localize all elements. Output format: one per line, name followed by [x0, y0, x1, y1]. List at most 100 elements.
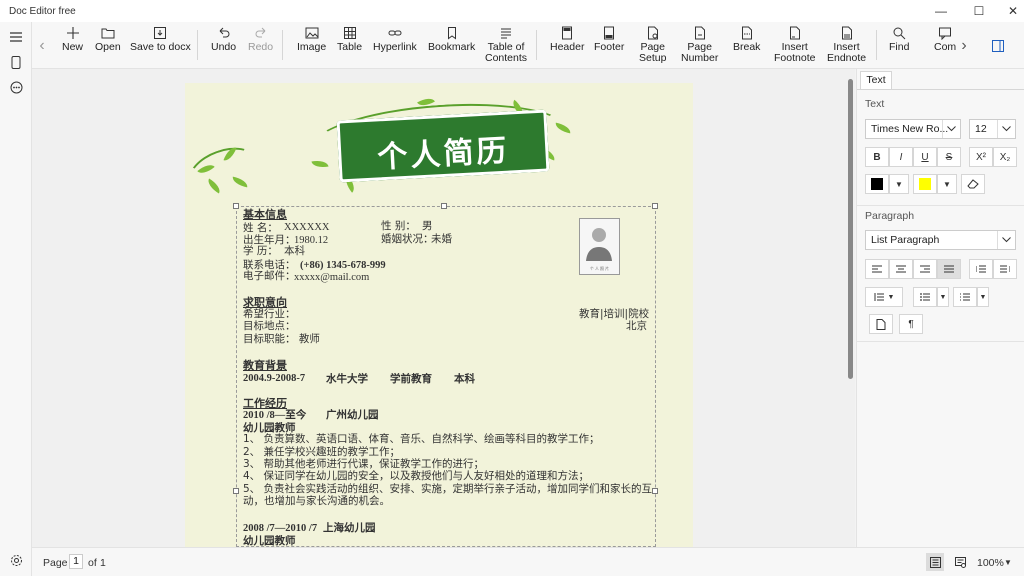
resize-handle[interactable]: [652, 203, 658, 209]
toggle-panel-icon[interactable]: [987, 22, 1009, 69]
tab-text[interactable]: Text: [860, 71, 892, 89]
underline-button[interactable]: U: [913, 147, 937, 167]
print-layout-view-icon[interactable]: [926, 553, 944, 571]
font-family-select[interactable]: Times New Ro...: [865, 119, 961, 139]
minimize-button[interactable]: —: [924, 0, 958, 22]
maximize-button[interactable]: ☐: [962, 0, 996, 22]
bullet-list-icon: [920, 293, 930, 301]
education-date: 2004.9-2008-7: [243, 373, 306, 384]
strikethrough-button[interactable]: S: [937, 147, 961, 167]
job-duty: 2、 兼任学校兴趣班的教学工作；: [243, 446, 401, 458]
insert-footnote-button[interactable]: Insert Footnote: [774, 26, 815, 64]
chevron-down-icon: [997, 120, 1015, 138]
comment-button[interactable]: Com: [934, 26, 956, 53]
job-duty: 3、 帮助其他老师进行代课，保证教学工作的进行；: [243, 458, 485, 470]
font-color-button[interactable]: [865, 174, 889, 194]
numbered-list-dropdown-icon[interactable]: ▼: [977, 287, 989, 307]
font-color-dropdown-icon[interactable]: ▼: [889, 174, 909, 194]
field-label: 性 别：: [381, 220, 416, 232]
vertical-scrollbar[interactable]: [846, 69, 855, 547]
resize-handle[interactable]: [233, 203, 239, 209]
insert-hyperlink-button[interactable]: Hyperlink: [373, 26, 417, 53]
indent-decrease-button[interactable]: [969, 259, 993, 279]
redo-button[interactable]: Redo: [248, 26, 273, 53]
clear-formatting-button[interactable]: [961, 174, 985, 194]
close-button[interactable]: ✕: [996, 0, 1024, 22]
show-formatting-button[interactable]: ¶: [899, 314, 923, 334]
page-number-input[interactable]: 1: [69, 554, 83, 569]
align-center-button[interactable]: [889, 259, 913, 279]
resize-handle[interactable]: [233, 488, 239, 494]
font-size-select[interactable]: 12: [969, 119, 1016, 139]
new-button[interactable]: New: [62, 26, 83, 53]
toolbar-scroll-left-icon[interactable]: ‹: [32, 22, 52, 69]
header-button[interactable]: Header: [550, 26, 584, 53]
resume-title: 个人简历: [376, 133, 511, 176]
hyperlink-label: Hyperlink: [373, 41, 417, 53]
menu-icon[interactable]: [6, 27, 26, 47]
chevron-down-icon: [997, 231, 1015, 249]
ribbon-toolbar: ‹ New Open Save to docx Undo Redo Image …: [32, 22, 1024, 69]
open-button[interactable]: Open: [95, 26, 121, 53]
justify-button[interactable]: [937, 259, 961, 279]
find-button[interactable]: Find: [889, 26, 909, 53]
page-number-button[interactable]: Page Number: [681, 26, 718, 64]
insert-footnote-label-2: Footnote: [774, 52, 816, 64]
toolbar-separator: [536, 30, 537, 60]
link-icon: [388, 30, 402, 36]
insert-endnote-button[interactable]: Insert Endnote: [827, 26, 866, 64]
insert-image-button[interactable]: Image: [297, 26, 326, 53]
job-duty: 5、 负责社会实践活动的组织、安排、实施，定期举行亲子活动，增加同学们和家长的互: [243, 483, 653, 495]
search-icon: [893, 27, 906, 40]
mobile-view-icon[interactable]: [6, 52, 26, 72]
break-button[interactable]: Break: [733, 26, 760, 53]
page-setup-button[interactable]: Page Setup: [639, 26, 666, 64]
job-date: 2008 /7—2010 /7: [243, 523, 318, 534]
indent-increase-button[interactable]: [993, 259, 1017, 279]
outdent-icon: [1000, 265, 1010, 273]
table-of-contents-button[interactable]: Table of Contents: [485, 26, 527, 64]
field-label: 目标职能： 教师: [243, 333, 320, 345]
web-layout-view-icon[interactable]: [951, 553, 969, 571]
paragraph-style-select[interactable]: List Paragraph: [865, 230, 1016, 250]
field-label: 姓 名：: [243, 222, 278, 234]
image-icon: [305, 27, 319, 39]
bullet-list-button[interactable]: [913, 287, 937, 307]
font-size-value: 12: [975, 123, 987, 135]
resize-handle[interactable]: [441, 203, 447, 209]
insert-bookmark-button[interactable]: Bookmark: [428, 26, 475, 53]
superscript-button[interactable]: X²: [969, 147, 993, 167]
paragraph-style-value: List Paragraph: [871, 234, 940, 246]
highlight-color-button[interactable]: [913, 174, 937, 194]
numbered-list-button[interactable]: [953, 287, 977, 307]
highlight-dropdown-icon[interactable]: ▼: [937, 174, 957, 194]
footer-label: Footer: [594, 41, 625, 53]
font-color-swatch: [871, 178, 883, 190]
line-spacing-button[interactable]: ▼: [865, 287, 903, 307]
scrollbar-thumb[interactable]: [848, 79, 853, 379]
toolbar-scroll-right-icon[interactable]: ›: [954, 22, 974, 69]
resize-handle[interactable]: [652, 488, 658, 494]
zoom-level[interactable]: 100%: [977, 557, 1004, 569]
zoom-dropdown-icon[interactable]: ▼: [1004, 558, 1012, 567]
bold-button[interactable]: B: [865, 147, 889, 167]
undo-button[interactable]: Undo: [211, 26, 236, 53]
save-docx-button[interactable]: Save to docx: [130, 26, 191, 53]
status-bar: Page 1 of 1 100% ▼: [32, 547, 1024, 576]
more-options-icon[interactable]: [6, 77, 26, 97]
toc-icon: [501, 28, 512, 39]
paragraph-settings-button[interactable]: [869, 314, 893, 334]
insert-table-button[interactable]: Table: [337, 26, 362, 53]
footer-button[interactable]: Footer: [594, 26, 624, 53]
settings-gear-icon[interactable]: [6, 550, 26, 570]
page-number-label-2: Number: [681, 52, 719, 64]
toolbar-separator: [282, 30, 283, 60]
field-value: xxxxx@mail.com: [294, 272, 370, 283]
footer-icon: [604, 26, 615, 40]
bullet-list-dropdown-icon[interactable]: ▼: [937, 287, 949, 307]
align-right-button[interactable]: [913, 259, 937, 279]
subscript-button[interactable]: X₂: [993, 147, 1017, 167]
align-left-button[interactable]: [865, 259, 889, 279]
education-degree: 本科: [454, 373, 475, 385]
italic-button[interactable]: I: [889, 147, 913, 167]
